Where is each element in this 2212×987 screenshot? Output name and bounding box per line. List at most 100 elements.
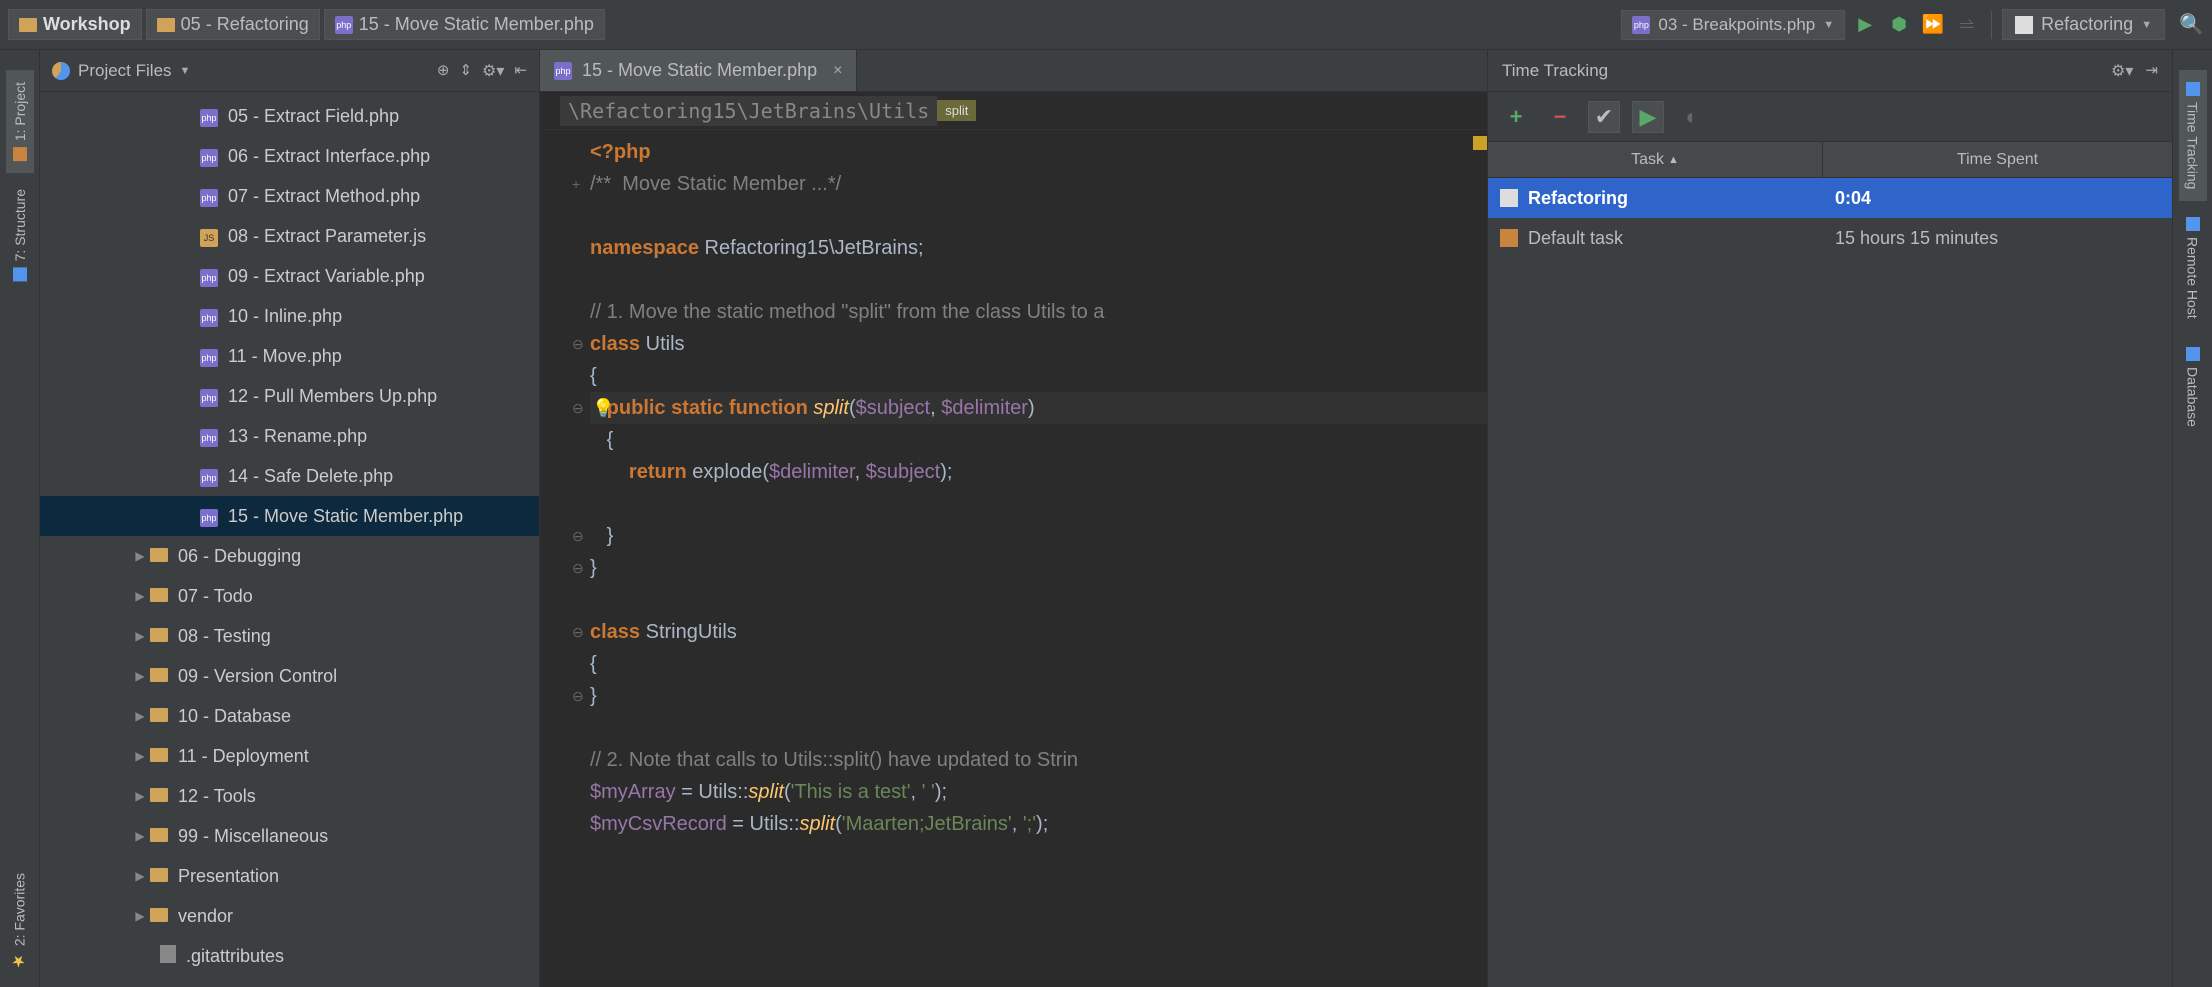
tree-item[interactable]: ▶11 - Deployment <box>40 736 539 776</box>
php-icon: php <box>200 265 218 287</box>
hide-icon[interactable]: ⇤ <box>514 61 527 81</box>
folder-icon <box>150 706 168 727</box>
tree-item[interactable]: ▶vendor <box>40 896 539 936</box>
fold-icon[interactable]: ⊖ <box>572 616 584 648</box>
locate-icon[interactable]: ⊕ <box>437 61 450 81</box>
breadcrumb-item[interactable]: Workshop <box>8 9 142 40</box>
task-selector[interactable]: Refactoring ▼ <box>2002 9 2165 40</box>
chevron-down-icon: ▼ <box>180 65 191 77</box>
tree-item[interactable]: php13 - Rename.php <box>40 416 539 456</box>
folder-icon <box>150 786 168 807</box>
coverage-button[interactable]: ⏩ <box>1919 11 1947 39</box>
expand-icon[interactable]: ▶ <box>130 669 150 683</box>
tree-item[interactable]: .gitattributes <box>40 936 539 976</box>
folder-icon <box>19 18 37 32</box>
task-label: Refactoring <box>2041 14 2133 35</box>
tree-item[interactable]: php06 - Extract Interface.php <box>40 136 539 176</box>
tree-item[interactable]: php15 - Move Static Member.php <box>40 496 539 536</box>
editor-tab[interactable]: php 15 - Move Static Member.php × <box>540 50 857 91</box>
intention-bulb-icon[interactable]: 💡 <box>592 392 614 424</box>
tool-tab-remotehost[interactable]: Remote Host <box>2179 205 2207 331</box>
php-icon: php <box>200 145 218 167</box>
tree-item[interactable]: ▶06 - Debugging <box>40 536 539 576</box>
fold-icon[interactable]: ⊖ <box>572 328 584 360</box>
tree-item[interactable]: php05 - Extract Field.php <box>40 96 539 136</box>
remove-button[interactable]: − <box>1544 101 1576 133</box>
gear-icon[interactable]: ⚙▾ <box>2111 61 2133 81</box>
run-button[interactable]: ▶ <box>1851 11 1879 39</box>
expand-icon[interactable]: ▶ <box>130 589 150 603</box>
breadcrumb-item[interactable]: php15 - Move Static Member.php <box>324 9 605 40</box>
php-icon: php <box>200 385 218 407</box>
expand-icon[interactable]: ▶ <box>130 749 150 763</box>
tool-tab-database[interactable]: Database <box>2179 335 2207 439</box>
breadcrumb-item[interactable]: 05 - Refactoring <box>146 9 320 40</box>
time-tracking-row[interactable]: Default task15 hours 15 minutes <box>1488 218 2172 258</box>
tool-tab-project[interactable]: 1: Project <box>6 70 34 173</box>
expand-icon[interactable]: ▶ <box>130 909 150 923</box>
tree-item[interactable]: JS08 - Extract Parameter.js <box>40 216 539 256</box>
tool-tab-timetracking[interactable]: Time Tracking <box>2179 70 2207 201</box>
tree-item[interactable]: php12 - Pull Members Up.php <box>40 376 539 416</box>
time-tracking-row[interactable]: Refactoring0:04 <box>1488 178 2172 218</box>
project-icon <box>52 62 70 80</box>
expand-icon[interactable]: ▶ <box>130 709 150 723</box>
php-icon: php <box>200 185 218 207</box>
hide-icon[interactable]: ⇥ <box>2145 61 2158 81</box>
fold-icon[interactable]: ⊖ <box>572 520 584 552</box>
fold-icon[interactable]: ⊖ <box>572 552 584 584</box>
fold-icon[interactable]: ⊖ <box>572 392 584 424</box>
tree-item[interactable]: ▶08 - Testing <box>40 616 539 656</box>
expand-icon[interactable]: ▶ <box>130 789 150 803</box>
tree-item[interactable]: php09 - Extract Variable.php <box>40 256 539 296</box>
php-icon: php <box>200 425 218 447</box>
tree-item[interactable]: php11 - Move.php <box>40 336 539 376</box>
tree-item[interactable]: php10 - Inline.php <box>40 296 539 336</box>
folder-icon <box>150 546 168 567</box>
debug-button[interactable]: ⬢ <box>1885 11 1913 39</box>
tree-item[interactable]: php14 - Safe Delete.php <box>40 456 539 496</box>
add-button[interactable]: + <box>1500 101 1532 133</box>
tree-item[interactable]: ▶99 - Miscellaneous <box>40 816 539 856</box>
project-tree[interactable]: php05 - Extract Field.phpphp06 - Extract… <box>40 92 539 987</box>
collapse-icon[interactable]: ⇕ <box>459 61 472 81</box>
folder-icon <box>150 586 168 607</box>
tree-item[interactable]: ▶09 - Version Control <box>40 656 539 696</box>
php-icon: php <box>200 305 218 327</box>
folder-icon <box>157 18 175 32</box>
folder-icon <box>150 746 168 767</box>
editor-breadcrumb[interactable]: \Refactoring15\JetBrains\Utilssplit <box>540 92 1487 130</box>
php-icon: php <box>200 465 218 487</box>
start-timer-button[interactable]: ▶ <box>1632 101 1664 133</box>
search-button[interactable]: 🔍 <box>2179 12 2204 37</box>
tree-item[interactable]: ▶07 - Todo <box>40 576 539 616</box>
topbar: Workshop05 - Refactoringphp15 - Move Sta… <box>0 0 2212 50</box>
run-config-selector[interactable]: php 03 - Breakpoints.php ▼ <box>1621 10 1845 40</box>
gear-icon[interactable]: ⚙▾ <box>482 61 504 81</box>
folder-icon <box>150 906 168 927</box>
expand-icon[interactable]: ▶ <box>130 869 150 883</box>
tool-tab-favorites[interactable]: ★2: Favorites <box>4 861 35 983</box>
tree-item[interactable]: php07 - Extract Method.php <box>40 176 539 216</box>
fold-icon[interactable]: + <box>572 168 580 200</box>
tree-item[interactable]: ▶12 - Tools <box>40 776 539 816</box>
expand-icon[interactable]: ▶ <box>130 549 150 563</box>
task-icon <box>1500 229 1518 247</box>
table-header[interactable]: Task▲ Time Spent <box>1488 142 2172 178</box>
editor-tabs: php 15 - Move Static Member.php × <box>540 50 1487 92</box>
php-icon: php <box>200 345 218 367</box>
expand-icon[interactable]: ▶ <box>130 829 150 843</box>
project-view-selector[interactable]: Project Files ▼ <box>52 61 437 81</box>
stop-button[interactable]: ⥬ <box>1953 11 1981 39</box>
tree-item[interactable]: ▶10 - Database <box>40 696 539 736</box>
fold-icon[interactable]: ⊖ <box>572 680 584 712</box>
folder-icon <box>150 666 168 687</box>
check-button[interactable]: ✔ <box>1588 101 1620 133</box>
expand-icon[interactable]: ▶ <box>130 629 150 643</box>
close-icon[interactable]: × <box>833 62 842 80</box>
tool-tab-structure[interactable]: 7: Structure <box>6 177 34 293</box>
tree-item[interactable]: ▶Presentation <box>40 856 539 896</box>
code-area[interactable]: <?php+/** Move Static Member ...*/ names… <box>540 130 1487 987</box>
post-time-button[interactable]: ◐ <box>1676 101 1708 133</box>
tool-icon <box>2186 82 2200 96</box>
